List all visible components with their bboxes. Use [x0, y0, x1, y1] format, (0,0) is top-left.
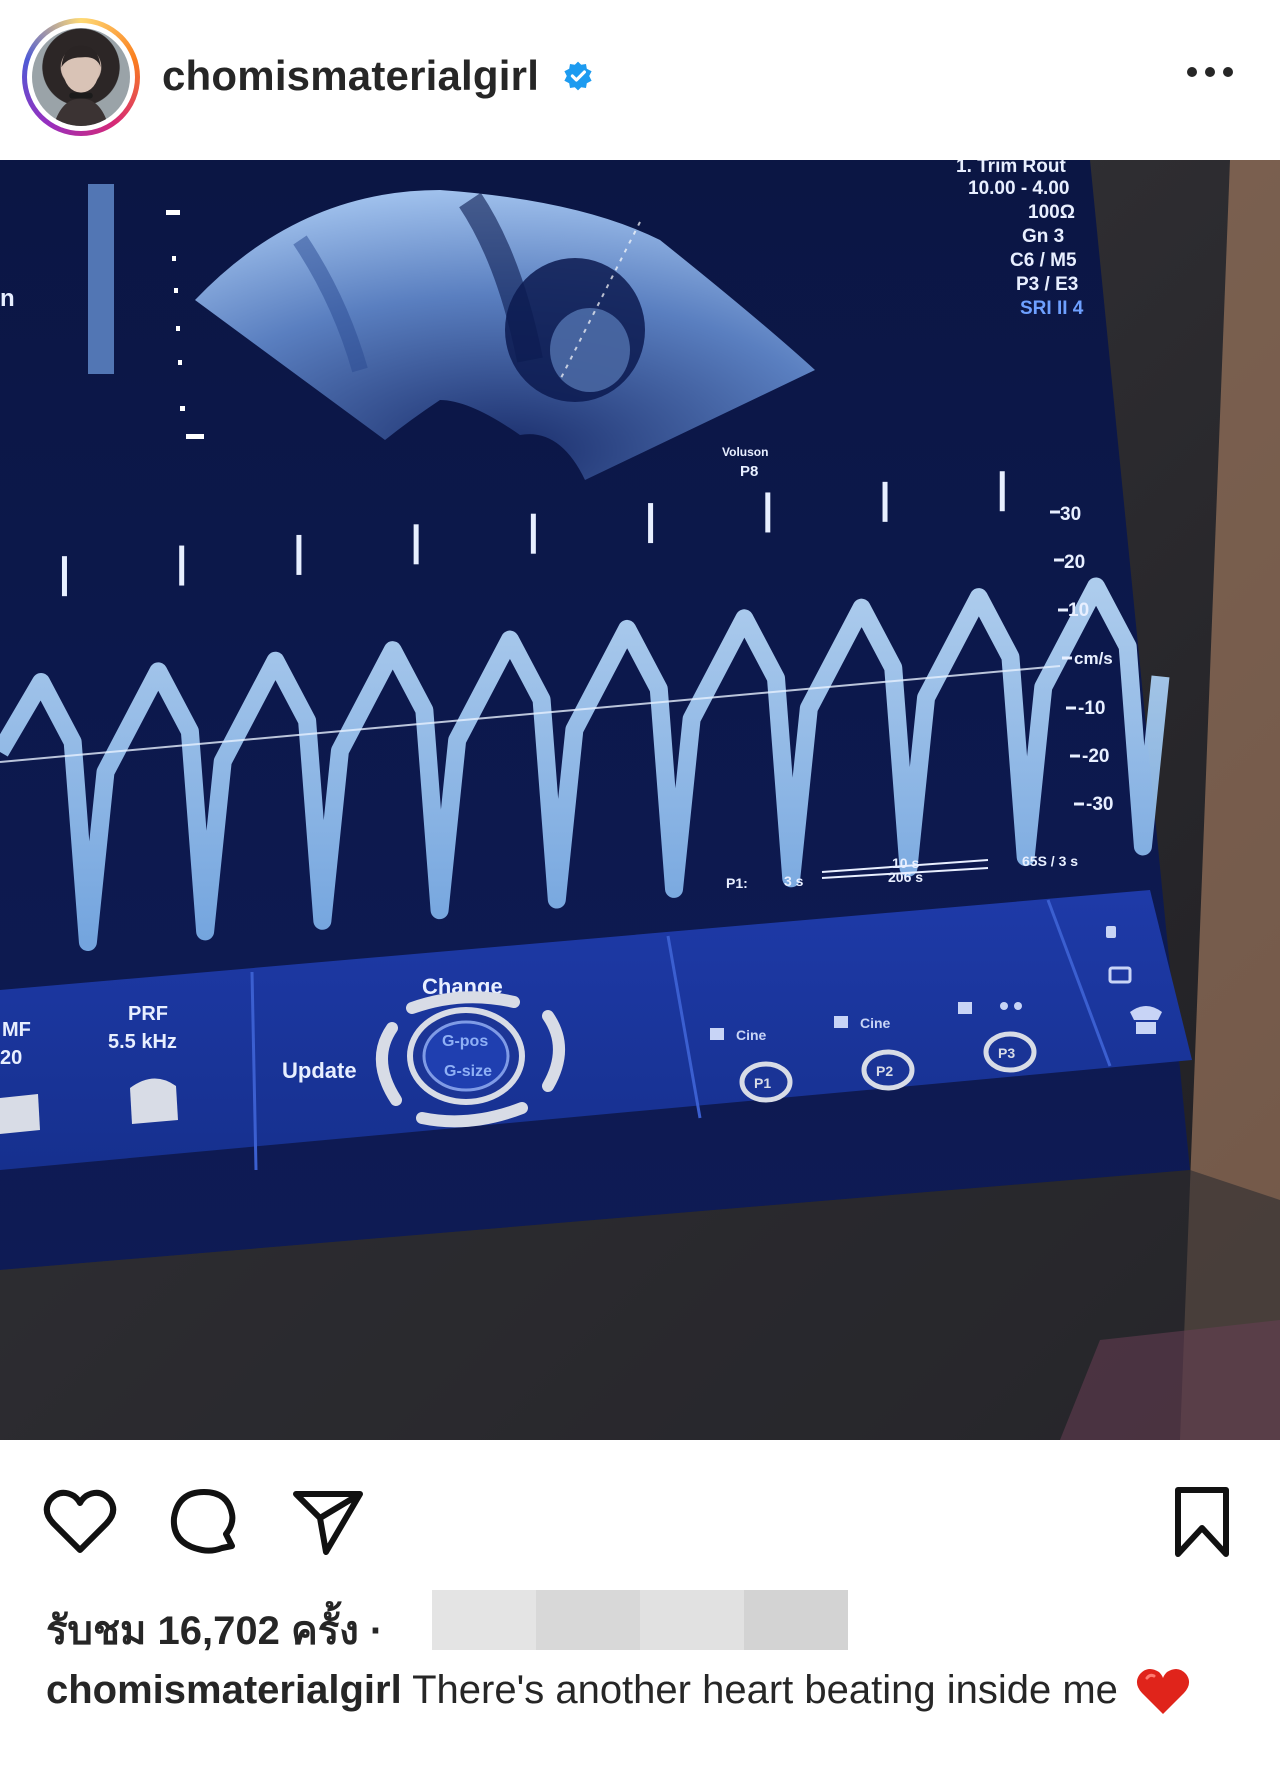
svg-text:G-size: G-size [444, 1063, 492, 1080]
svg-text:65S / 3 s: 65S / 3 s [1022, 853, 1078, 869]
svg-text:C6 / M5: C6 / M5 [1010, 250, 1077, 271]
red-heart-emoji [1136, 1669, 1190, 1715]
p2-button[interactable]: P2 [861, 1049, 915, 1091]
svg-text:P1:: P1: [726, 875, 748, 891]
svg-text:P3 / E3: P3 / E3 [1016, 274, 1078, 295]
mf-knob[interactable] [0, 1094, 40, 1134]
svg-text:P2: P2 [876, 1063, 893, 1079]
post-caption: chomismaterialgirl There's another heart… [46, 1664, 1236, 1718]
comment-icon[interactable] [166, 1484, 242, 1560]
svg-text:P3: P3 [998, 1045, 1015, 1061]
story-ring[interactable] [22, 18, 140, 136]
svg-text:-30: -30 [1086, 794, 1113, 815]
p1-button[interactable]: P1 [739, 1061, 793, 1103]
svg-text:20: 20 [1064, 552, 1085, 573]
mf-value: 20 [0, 1047, 22, 1069]
svg-text:100Ω: 100Ω [1028, 202, 1075, 223]
prf-label: PRF [128, 1003, 168, 1025]
svg-text:Cine: Cine [860, 1015, 891, 1031]
brand-label: Voluson [722, 445, 768, 459]
svg-text:SRI II 4: SRI II 4 [1020, 298, 1084, 319]
update-label[interactable]: Update [282, 1058, 357, 1083]
model-label: P8 [740, 463, 758, 480]
paper-plane-icon[interactable] [290, 1484, 366, 1560]
svg-text:-10: -10 [1078, 698, 1105, 719]
heart-outline-icon[interactable] [42, 1484, 118, 1560]
svg-text:3 s: 3 s [784, 873, 804, 889]
post-media[interactable]: 1. Trim Rout 10.00 - 4.00 100Ω Gn 3 C6 /… [0, 160, 1280, 1440]
p3-button[interactable]: P3 [983, 1031, 1037, 1073]
svg-text:-20: -20 [1082, 746, 1109, 767]
svg-text:cm/s: cm/s [1074, 649, 1113, 668]
svg-text:1. Trim Rout: 1. Trim Rout [956, 160, 1066, 177]
more-horizontal-icon[interactable] [1186, 66, 1234, 78]
bookmark-icon[interactable] [1164, 1484, 1240, 1560]
view-count[interactable]: รับชม 16,702 ครั้ง · [46, 1598, 383, 1662]
svg-text:Gn 3: Gn 3 [1022, 226, 1064, 247]
post-header: chomismaterialgirl [0, 0, 1280, 160]
verified-badge-icon [564, 61, 592, 91]
post-username[interactable]: chomismaterialgirl [162, 52, 539, 100]
svg-text:Cine: Cine [736, 1027, 767, 1043]
prf-knob[interactable] [130, 1078, 178, 1124]
svg-text:10.00 - 4.00: 10.00 - 4.00 [968, 178, 1069, 199]
svg-text:n: n [0, 285, 15, 312]
caption-username[interactable]: chomismaterialgirl [46, 1668, 402, 1712]
post-actions [0, 1440, 1280, 1580]
svg-text:G-pos: G-pos [442, 1033, 488, 1050]
profile-avatar[interactable] [32, 28, 130, 126]
redacted-area [432, 1590, 848, 1650]
prf-value: 5.5 kHz [108, 1031, 177, 1053]
svg-text:30: 30 [1060, 504, 1081, 525]
caption-text: There's another heart beating inside me [401, 1668, 1118, 1712]
svg-text:10: 10 [1068, 600, 1089, 621]
mf-label: MF [2, 1019, 31, 1041]
svg-text:P1: P1 [754, 1075, 771, 1091]
